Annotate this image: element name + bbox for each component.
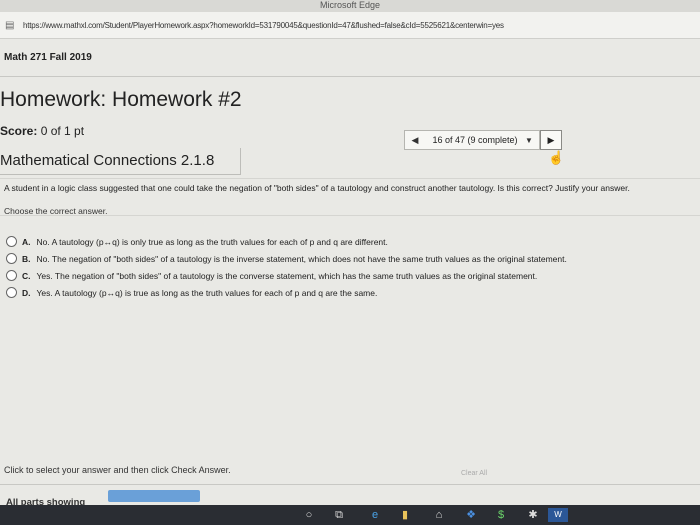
- explorer-icon[interactable]: ▮: [398, 508, 412, 522]
- edge-icon[interactable]: e: [368, 508, 382, 522]
- option-text[interactable]: No. The negation of "both sides" of a ta…: [37, 254, 567, 264]
- cortana-icon[interactable]: ○: [302, 508, 316, 522]
- money-icon[interactable]: $: [494, 508, 508, 522]
- page-title: Homework: Homework #2: [0, 88, 242, 111]
- task-view-icon[interactable]: ⧉: [332, 508, 346, 522]
- question-position[interactable]: 16 of 47 (9 complete): [425, 135, 525, 145]
- option-text[interactable]: Yes. The negation of "both sides" of a t…: [37, 271, 538, 281]
- option-letter: A.: [22, 236, 31, 247]
- radio-button[interactable]: [6, 287, 17, 298]
- question-navigator[interactable]: ◀ 16 of 47 (9 complete) ▼: [404, 130, 540, 150]
- word-app-icon[interactable]: W: [548, 508, 568, 522]
- option-letter: D.: [22, 287, 31, 298]
- taskbar: ○ ⧉ e ▮ ⌂ ❖ $ ✱ W: [0, 505, 700, 525]
- answer-options: A. No. A tautology (p↔q) is only true as…: [6, 233, 696, 301]
- window-title: Microsoft Edge: [319, 0, 381, 10]
- address-bar[interactable]: ▤ https://www.mathxl.com/Student/PlayerH…: [0, 12, 700, 39]
- option-text[interactable]: No. A tautology (p↔q) is only true as lo…: [37, 237, 388, 247]
- hand-cursor-icon: ☝: [548, 150, 565, 165]
- progress-fill: [108, 490, 200, 502]
- radio-button[interactable]: [6, 236, 17, 247]
- word-icon[interactable]: ✱: [526, 508, 540, 522]
- score-value: 0 of 1 pt: [40, 124, 85, 138]
- score: Score: 0 of 1 pt: [0, 124, 84, 138]
- url-text[interactable]: https://www.mathxl.com/Student/PlayerHom…: [23, 21, 504, 30]
- dropbox-icon[interactable]: ❖: [464, 508, 478, 522]
- question-prompt: Choose the correct answer.: [4, 206, 108, 216]
- instruction-text: Click to select your answer and then cli…: [4, 465, 231, 475]
- option-text[interactable]: Yes. A tautology (p↔q) is true as long a…: [37, 288, 378, 298]
- page-icon: ▤: [5, 19, 15, 31]
- option-letter: B.: [22, 253, 31, 264]
- clear-all-button[interactable]: Clear All: [461, 470, 487, 477]
- score-label: Score:: [0, 124, 38, 138]
- chevron-down-icon[interactable]: ▼: [525, 136, 539, 145]
- store-icon[interactable]: ⌂: [432, 508, 446, 522]
- section-title: Mathematical Connections 2.1.8: [0, 148, 241, 175]
- answer-option-a[interactable]: A. No. A tautology (p↔q) is only true as…: [6, 233, 696, 250]
- window-titlebar: Microsoft Edge: [0, 0, 700, 12]
- radio-button[interactable]: [6, 253, 17, 264]
- prev-question-button[interactable]: ◀: [405, 135, 425, 146]
- radio-button[interactable]: [6, 270, 17, 281]
- course-name: Math 271 Fall 2019: [4, 52, 92, 63]
- answer-option-b[interactable]: B. No. The negation of "both sides" of a…: [6, 250, 696, 267]
- question-text: A student in a logic class suggested tha…: [4, 183, 630, 193]
- option-letter: C.: [22, 270, 31, 281]
- answer-option-d[interactable]: D. Yes. A tautology (p↔q) is true as lon…: [6, 284, 696, 301]
- answer-option-c[interactable]: C. Yes. The negation of "both sides" of …: [6, 267, 696, 284]
- progress-bar: [108, 490, 200, 502]
- next-question-button[interactable]: ▶: [540, 130, 562, 150]
